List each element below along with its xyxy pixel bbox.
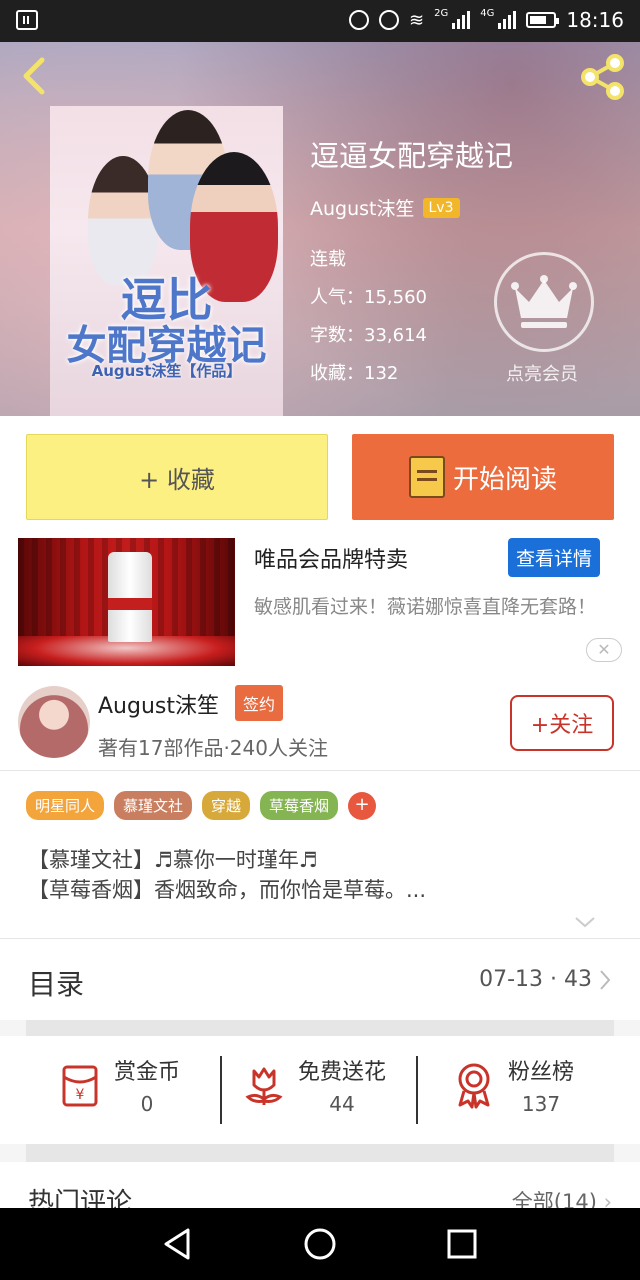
network-2g-label: 2G	[434, 8, 449, 19]
ad-description: 敏感肌看过来！薇诺娜惊喜直降无套路！	[254, 596, 597, 618]
network-4g-label: 4G	[480, 8, 495, 19]
start-reading-label: 开始阅读	[452, 464, 557, 495]
view-details-button[interactable]: 查看详情	[508, 538, 601, 577]
svg-text:¥: ¥	[76, 1087, 85, 1103]
reward-coins-button[interactable]: ¥ 赏金币 0	[56, 1054, 180, 1116]
add-favorite-button[interactable]: + 收藏	[26, 434, 328, 520]
ad-title[interactable]: 唯品会品牌特卖	[254, 542, 408, 574]
flowers-label: 免费送花	[298, 1060, 387, 1085]
book-icon	[408, 456, 445, 498]
table-of-contents-row[interactable]: 目录 07-13 · 43	[0, 938, 640, 1020]
ad-image[interactable]	[18, 538, 235, 666]
cover-author: August沫笙【作品】	[91, 362, 242, 380]
fans-value: 137	[521, 1092, 561, 1116]
tag[interactable]: 穿越	[202, 791, 251, 820]
author-section: August沫笙 签约 著有17部作品·240人关注 +关注	[0, 670, 640, 770]
divider	[26, 1144, 614, 1162]
system-navigation-bar	[0, 1208, 640, 1280]
advertisement[interactable]: 唯品会品牌特卖 查看详情 敏感肌看过来！薇诺娜惊喜直降无套路！ ✕	[0, 530, 640, 670]
level-badge: Lv3	[422, 197, 460, 218]
product-bottle	[108, 552, 152, 642]
description-line: 【慕瑾文社】♬慕你一时瑾年♬	[28, 848, 318, 872]
serial-status: 连载	[310, 249, 346, 270]
alarm-icon	[379, 10, 400, 30]
medal-icon	[458, 1063, 490, 1109]
activity-monitor-icon	[16, 10, 38, 30]
vip-label: 点亮会员	[506, 364, 578, 385]
book-header: ≋ 2G 4G 18:16 逗比 女配穿越记 August沫笙【作品】 逗逼女配…	[0, 0, 640, 416]
free-flowers-button[interactable]: 免费送花 44	[240, 1054, 386, 1116]
flower-icon	[245, 1067, 283, 1105]
crown-icon	[494, 252, 594, 352]
action-bar: + 收藏 开始阅读	[0, 416, 640, 530]
back-triangle-icon[interactable]	[160, 1226, 196, 1262]
book-info: 逗逼女配穿越记 August沫笙 Lv3 连载 人气：15,560 字数：33,…	[310, 138, 513, 393]
tag[interactable]: 明星同人	[26, 791, 105, 820]
close-ad-icon[interactable]: ✕	[586, 638, 622, 662]
share-icon[interactable]	[578, 52, 628, 102]
chevron-right-icon: ›	[603, 1190, 612, 1208]
tag[interactable]: 慕瑾文社	[114, 791, 193, 820]
popularity-count: 人气：15,560	[310, 287, 427, 308]
all-comments-link[interactable]: 全部(14) ›	[512, 1186, 612, 1208]
divider	[26, 1020, 614, 1036]
chevron-right-icon	[600, 969, 611, 990]
word-count: 字数：33,614	[310, 325, 427, 346]
book-cover[interactable]: 逗比 女配穿越记 August沫笙【作品】	[50, 106, 283, 416]
signal-icon	[498, 11, 517, 29]
cover-title: 逗比 女配穿越记	[66, 273, 267, 369]
add-tag-button[interactable]: +	[348, 791, 377, 820]
reward-value: 0	[140, 1092, 154, 1116]
back-arrow-icon[interactable]	[14, 54, 58, 98]
hot-comments-title: 热门评论	[28, 1188, 133, 1208]
author-stats: 著有17部作品·240人关注	[98, 736, 328, 760]
signed-badge: 签约	[235, 685, 284, 721]
tags-and-description: 明星同人 慕瑾文社 穿越 草莓香烟 + 【慕瑾文社】♬慕你一时瑾年♬ 【草莓香烟…	[0, 770, 640, 938]
chevron-down-icon[interactable]	[574, 911, 596, 933]
clock: 18:16	[566, 8, 624, 32]
toc-title: 目录	[28, 968, 85, 1001]
reward-label: 赏金币	[114, 1060, 181, 1085]
divider	[220, 1056, 222, 1124]
interaction-stats: ¥ 赏金币 0 免费送花 44 粉丝榜 137	[0, 1036, 640, 1144]
vip-button[interactable]: 点亮会员	[492, 252, 596, 386]
status-bar: ≋ 2G 4G 18:16	[0, 0, 640, 42]
toc-latest: 07-13 · 43	[479, 967, 592, 992]
hot-comments-header[interactable]: 热门评论 全部(14) ›	[0, 1162, 640, 1208]
favorites-count: 收藏：132	[310, 363, 399, 384]
author-name[interactable]: August沫笙	[98, 688, 219, 720]
home-circle-icon[interactable]	[302, 1226, 338, 1262]
follow-button[interactable]: +关注	[510, 695, 614, 751]
tag[interactable]: 草莓香烟	[260, 791, 339, 820]
all-comments-label: 全部(14)	[511, 1190, 597, 1208]
data-saver-icon	[349, 10, 370, 30]
book-title: 逗逼女配穿越记	[310, 139, 514, 173]
fans-label: 粉丝榜	[508, 1060, 575, 1085]
divider	[416, 1056, 418, 1124]
avatar[interactable]	[18, 686, 90, 758]
wifi-icon: ≋	[409, 9, 425, 31]
red-envelope-icon: ¥	[62, 1065, 98, 1107]
tag-list: 明星同人 慕瑾文社 穿越 草莓香烟 +	[26, 791, 377, 820]
description-line: 【草莓香烟】香烟致命，而你恰是草莓。...	[28, 878, 427, 902]
flowers-value: 44	[329, 1092, 355, 1116]
battery-icon	[526, 12, 560, 28]
start-reading-button[interactable]: 开始阅读	[352, 434, 614, 520]
book-description[interactable]: 【慕瑾文社】♬慕你一时瑾年♬ 【草莓香烟】香烟致命，而你恰是草莓。...	[28, 845, 426, 905]
signal-icon	[452, 11, 471, 29]
book-author[interactable]: August沫笙	[310, 194, 415, 221]
recent-apps-square-icon[interactable]	[444, 1226, 480, 1262]
fan-ranking-button[interactable]: 粉丝榜 137	[450, 1054, 574, 1116]
